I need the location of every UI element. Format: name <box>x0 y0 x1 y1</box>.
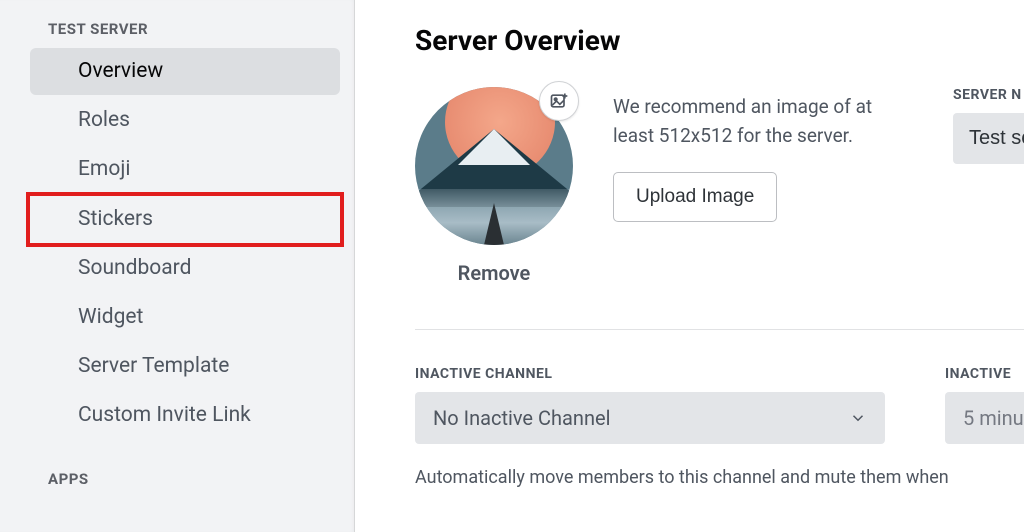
server-name-input[interactable] <box>953 113 1024 164</box>
sidebar-item-custom-invite-link[interactable]: Custom Invite Link <box>30 392 340 439</box>
sidebar-item-label: Widget <box>78 305 143 329</box>
sidebar-item-label: Custom Invite Link <box>78 403 251 427</box>
server-name-label: SERVER N <box>953 87 1024 103</box>
inactive-help-text: Automatically move members to this chann… <box>415 464 1024 491</box>
upload-image-icon[interactable] <box>539 81 579 121</box>
settings-sidebar: TEST SERVER Overview Roles Emoji Sticker… <box>0 0 355 532</box>
sidebar-item-label: Overview <box>78 59 163 83</box>
server-avatar-column: Remove <box>415 87 573 285</box>
image-description-column: We recommend an image of at least 512x51… <box>613 87 913 222</box>
inactive-timeout-select[interactable]: 5 minu <box>945 392 1024 444</box>
sidebar-header: TEST SERVER <box>0 20 354 46</box>
sidebar-item-label: Stickers <box>78 207 153 231</box>
sidebar-item-overview[interactable]: Overview <box>30 48 340 95</box>
overview-row: Remove We recommend an image of at least… <box>415 87 1024 285</box>
sidebar-item-widget[interactable]: Widget <box>30 294 340 341</box>
sidebar-item-emoji[interactable]: Emoji <box>30 146 340 193</box>
page-title: Server Overview <box>415 24 1024 57</box>
main-content: Server Overview <box>355 0 1024 532</box>
inactive-channel-select[interactable]: No Inactive Channel <box>415 392 885 444</box>
inactive-row: INACTIVE CHANNEL No Inactive Channel INA… <box>415 366 1024 444</box>
sidebar-item-soundboard[interactable]: Soundboard <box>30 245 340 292</box>
image-size-hint: We recommend an image of at least 512x51… <box>613 93 913 150</box>
app-root: TEST SERVER Overview Roles Emoji Sticker… <box>0 0 1024 532</box>
chevron-down-icon <box>849 409 867 427</box>
inactive-timeout-label: INACTIVE <box>945 366 1024 382</box>
inactive-timeout-value: 5 minu <box>963 406 1024 430</box>
inactive-channel-value: No Inactive Channel <box>433 406 610 430</box>
sidebar-item-label: Server Template <box>78 354 229 378</box>
server-avatar[interactable] <box>415 87 573 245</box>
sidebar-item-label: Soundboard <box>78 256 191 280</box>
server-name-column: SERVER N <box>953 87 1024 164</box>
sidebar-item-roles[interactable]: Roles <box>30 97 340 144</box>
inactive-timeout-column: INACTIVE 5 minu <box>945 366 1024 444</box>
highlight-box <box>26 192 344 247</box>
sidebar-item-label: Roles <box>78 108 130 132</box>
sidebar-item-label: Emoji <box>78 157 130 181</box>
sidebar-item-server-template[interactable]: Server Template <box>30 343 340 390</box>
sidebar-section-apps: APPS <box>0 442 354 496</box>
inactive-channel-column: INACTIVE CHANNEL No Inactive Channel <box>415 366 885 444</box>
sidebar-item-stickers[interactable]: Stickers <box>30 196 340 243</box>
inactive-channel-label: INACTIVE CHANNEL <box>415 366 885 382</box>
remove-image-link[interactable]: Remove <box>458 261 531 285</box>
upload-image-button[interactable]: Upload Image <box>613 172 777 222</box>
divider <box>415 329 1024 330</box>
